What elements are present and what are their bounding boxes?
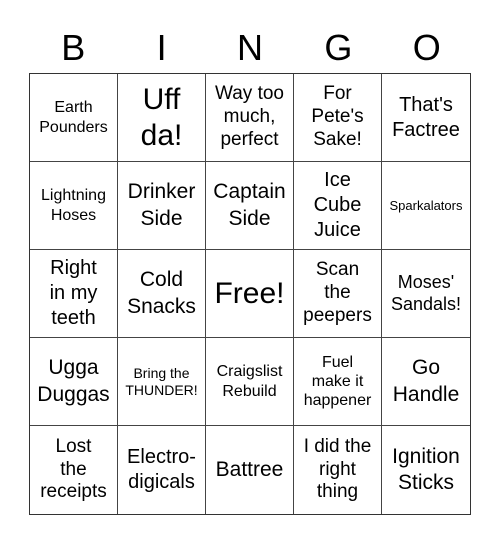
bingo-cell[interactable]: Captain Side: [206, 162, 294, 250]
bingo-cell[interactable]: Way too much, perfect: [206, 74, 294, 162]
bingo-cell[interactable]: Fuel make it happener: [294, 338, 382, 426]
bingo-cell[interactable]: Drinker Side: [118, 162, 206, 250]
cell-text: For Pete's Sake!: [311, 83, 364, 150]
cell-text: Craigslist Rebuild: [216, 363, 283, 400]
bingo-cell[interactable]: Ugga Duggas: [30, 338, 118, 426]
cell-text: Captain Side: [213, 180, 286, 230]
cell-text: That's Factree: [392, 93, 460, 141]
bingo-cell[interactable]: Sparkalators: [382, 162, 470, 250]
bingo-cell[interactable]: Moses' Sandals!: [382, 250, 470, 338]
cell-text: Lost the receipts: [40, 435, 107, 503]
cell-text: Lightning Hoses: [41, 187, 106, 224]
header-letter-n: N: [236, 27, 263, 68]
cell-text: Cold Snacks: [127, 268, 196, 318]
bingo-board: Earth Pounders Uff da! Way too much, per…: [29, 73, 471, 515]
cell-text: Uff da!: [140, 82, 183, 152]
cell-text: Scan the peepers: [303, 259, 372, 326]
cell-text: Ugga Duggas: [37, 356, 110, 406]
cell-text: Moses' Sandals!: [390, 271, 462, 314]
bingo-cell[interactable]: Craigslist Rebuild: [206, 338, 294, 426]
cell-text: Drinker Side: [127, 180, 196, 230]
cell-text: Sparkalators: [389, 197, 463, 213]
cell-text: Right in my teeth: [49, 257, 98, 329]
bingo-cell[interactable]: Lightning Hoses: [30, 162, 118, 250]
bingo-cell[interactable]: Scan the peepers: [294, 250, 382, 338]
bingo-cell[interactable]: Ignition Sticks: [382, 426, 470, 514]
bingo-cell[interactable]: For Pete's Sake!: [294, 74, 382, 162]
bingo-cell[interactable]: Go Handle: [382, 338, 470, 426]
bingo-cell[interactable]: Battree: [206, 426, 294, 514]
bingo-cell[interactable]: Ice Cube Juice: [294, 162, 382, 250]
bingo-cell[interactable]: Electro- digicals: [118, 426, 206, 514]
bingo-header: B I N G O: [29, 22, 471, 74]
header-letter-o: O: [412, 27, 441, 68]
bingo-cell[interactable]: That's Factree: [382, 74, 470, 162]
cell-text: Way too much, perfect: [215, 83, 284, 150]
bingo-cell[interactable]: Bring the THUNDER!: [118, 338, 206, 426]
bingo-cell[interactable]: I did the right thing: [294, 426, 382, 514]
free-space-text: Free!: [214, 276, 285, 310]
cell-text: Battree: [215, 457, 284, 481]
cell-text: Electro- digicals: [127, 446, 196, 493]
cell-text: Ice Cube Juice: [313, 169, 362, 241]
bingo-cell[interactable]: Earth Pounders: [30, 74, 118, 162]
header-letter-g: G: [324, 27, 353, 68]
cell-text: Ignition Sticks: [392, 444, 460, 494]
bingo-cell[interactable]: Lost the receipts: [30, 426, 118, 514]
bingo-cell[interactable]: Right in my teeth: [30, 250, 118, 338]
cell-text: Fuel make it happener: [303, 353, 372, 410]
cell-text: Earth Pounders: [39, 99, 108, 136]
cell-text: I did the right thing: [303, 435, 372, 503]
cell-text: Bring the THUNDER!: [125, 365, 198, 398]
header-letter-i: I: [156, 27, 167, 68]
bingo-cell[interactable]: Cold Snacks: [118, 250, 206, 338]
free-space-cell[interactable]: Free!: [206, 250, 294, 338]
bingo-cell[interactable]: Uff da!: [118, 74, 206, 162]
cell-text: Go Handle: [392, 356, 460, 406]
header-letter-b: B: [61, 27, 86, 68]
